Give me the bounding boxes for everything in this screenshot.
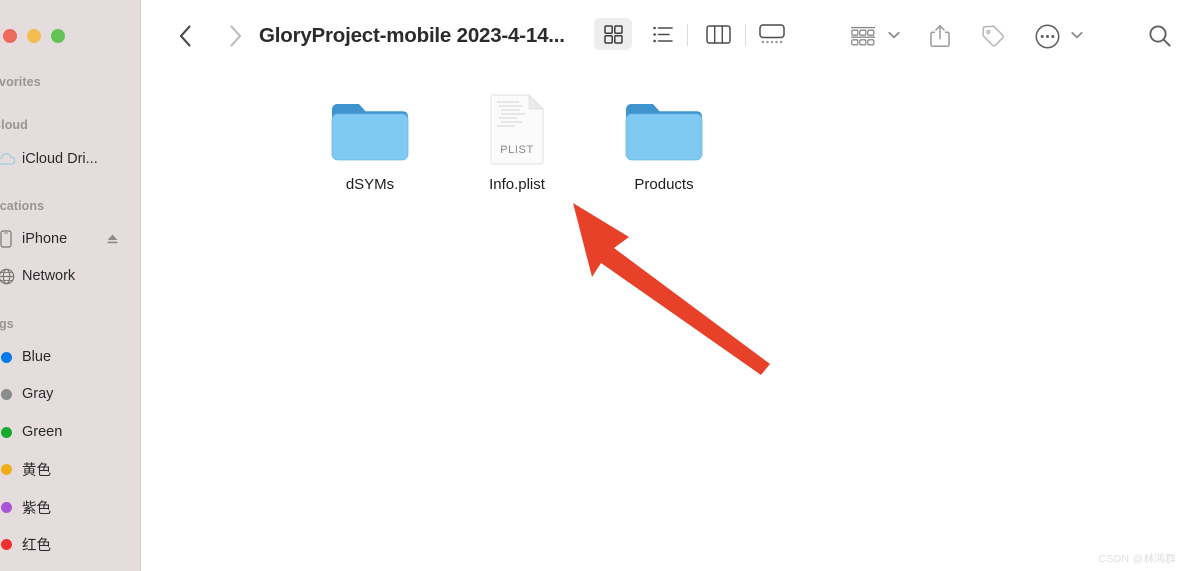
tag-color-dot-icon	[0, 463, 16, 475]
sidebar-item-label: 红色	[22, 537, 51, 554]
file-item-dsyms[interactable]: dSYMs	[315, 91, 425, 193]
sidebar-item-label: 黄色	[22, 462, 51, 479]
list-view-button[interactable]	[644, 18, 682, 50]
plist-badge-text: PLIST	[500, 144, 534, 156]
eject-icon[interactable]	[106, 233, 119, 245]
network-icon	[0, 268, 16, 285]
sidebar-item-label: 紫色	[22, 500, 51, 517]
file-item-products[interactable]: Products	[609, 91, 719, 193]
more-actions-button[interactable]	[1031, 20, 1063, 52]
maximize-button[interactable]	[51, 29, 65, 43]
iphone-icon	[0, 230, 16, 248]
back-button[interactable]	[169, 20, 201, 52]
tag-color-dot-icon	[0, 388, 16, 400]
cloud-icon	[0, 152, 16, 166]
plist-document-icon: PLIST	[471, 91, 563, 167]
tag-button[interactable]	[976, 20, 1008, 52]
sidebar-item-network[interactable]: Network	[0, 263, 141, 289]
close-button[interactable]	[3, 29, 17, 43]
sidebar-item-iphone[interactable]: iPhone	[0, 226, 141, 252]
watermark: CSDN @林鸿群	[1098, 553, 1176, 565]
tag-color-dot-icon	[0, 538, 16, 550]
sidebar-tag-green[interactable]: Green	[0, 419, 141, 445]
sidebar-item-label: iCloud Dri...	[22, 151, 98, 167]
sidebar: avorites Cloud iCloud Dri... ocations iP…	[0, 0, 141, 571]
sidebar-item-label: Green	[22, 424, 63, 440]
sidebar-item-label: iPhone	[22, 231, 68, 247]
window-title: GloryProject-mobile 2023-4-14...	[259, 24, 565, 47]
sidebar-tag-yellow[interactable]: 黄色	[0, 456, 141, 482]
share-button[interactable]	[924, 20, 956, 52]
sidebar-item-icloud-drive[interactable]: iCloud Dri...	[0, 146, 141, 172]
tag-color-dot-icon	[0, 351, 16, 363]
file-label: dSYMs	[345, 176, 395, 193]
sidebar-item-label: Network	[22, 268, 76, 284]
toolbar-divider	[745, 24, 746, 46]
sidebar-tag-purple[interactable]: 紫色	[0, 494, 141, 520]
icon-view-button[interactable]	[594, 18, 632, 50]
column-view-button[interactable]	[699, 18, 737, 50]
gallery-view-button[interactable]	[753, 18, 791, 50]
sidebar-item-label: Gray	[22, 386, 54, 402]
sidebar-tag-blue[interactable]: Blue	[0, 344, 141, 370]
sidebar-section-favorites: avorites	[0, 75, 41, 89]
sidebar-tag-gray[interactable]: Gray	[0, 381, 141, 407]
search-icon[interactable]	[1144, 20, 1176, 52]
toolbar-divider	[687, 24, 688, 46]
chevron-down-icon[interactable]	[1070, 28, 1084, 42]
sidebar-item-label: Blue	[22, 349, 52, 365]
finder-window: avorites Cloud iCloud Dri... ocations iP…	[0, 0, 1184, 571]
tag-color-dot-icon	[0, 501, 16, 513]
file-label: Info.plist	[489, 176, 545, 193]
sidebar-section-tags: ags	[0, 317, 14, 331]
sidebar-tag-red[interactable]: 红色	[0, 531, 141, 557]
folder-icon	[324, 91, 416, 167]
toolbar: GloryProject-mobile 2023-4-14...	[141, 0, 1184, 72]
file-item-info-plist[interactable]: PLIST Info.plist	[462, 91, 572, 193]
file-label: Products	[634, 176, 694, 193]
group-by-button[interactable]	[846, 20, 880, 52]
sidebar-section-icloud: Cloud	[0, 118, 28, 132]
forward-button[interactable]	[219, 20, 251, 52]
sidebar-section-locations: ocations	[0, 199, 45, 213]
tag-color-dot-icon	[0, 426, 16, 438]
traffic-light-buttons	[3, 29, 65, 43]
folder-icon	[618, 91, 710, 167]
chevron-down-icon[interactable]	[887, 28, 901, 42]
file-grid: dSYMs PLIST Info.plist Products	[141, 72, 1184, 571]
minimize-button[interactable]	[27, 29, 41, 43]
